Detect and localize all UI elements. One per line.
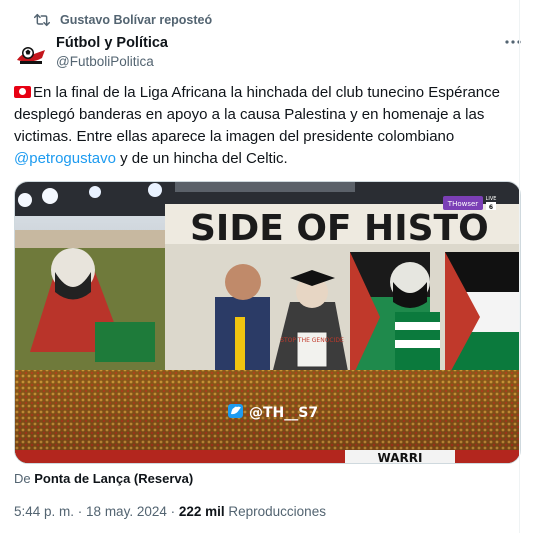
stadium-photo: SIDE OF HISTO STOP THE GENOCIDE WARRI @T… [15, 182, 520, 464]
channel-badge-text: THowser [447, 200, 479, 208]
author-block[interactable]: Fútbol y Política @FutboliPolitica [56, 34, 168, 71]
meta-separator: · [166, 504, 179, 519]
repost-text: Gustavo Bolívar reposteó [60, 13, 213, 27]
tweet-media-image[interactable]: SIDE OF HISTO STOP THE GENOCIDE WARRI @T… [14, 181, 521, 464]
tweet-text: En la final de la Liga Africana la hinch… [14, 82, 524, 170]
avatar[interactable] [14, 38, 48, 72]
views-label: Reproducciones [224, 504, 326, 519]
tweet-time[interactable]: 5:44 p. m. [14, 504, 74, 519]
soccer-ball-logo [14, 38, 48, 72]
mention-link[interactable]: @petrogustavo [14, 150, 116, 167]
views-count: 222 mil [178, 504, 225, 519]
live-number: 6 [489, 204, 493, 211]
watermark-text: @TH__S7 [249, 405, 318, 421]
tweet-text-part1: En la final de la Liga Africana la hinch… [14, 84, 500, 145]
author-handle[interactable]: @FutboliPolitica [56, 53, 168, 71]
bottom-banner-text: WARRI [378, 451, 423, 464]
banner-text: SIDE OF HISTO [190, 208, 489, 249]
sign-text: STOP THE GENOCIDE [280, 337, 344, 344]
card-divider [519, 0, 520, 533]
credit-source-link[interactable]: Ponta de Lança (Reserva) [34, 471, 193, 486]
repost-icon [34, 13, 50, 27]
author-name[interactable]: Fútbol y Política [56, 34, 168, 52]
credit-prefix: De [14, 471, 35, 486]
tunisia-flag-emoji [14, 86, 31, 98]
tweet-meta: 5:44 p. m. · 18 may. 2024 · 222 mil Repr… [14, 504, 326, 519]
tweet-card[interactable]: Gustavo Bolívar reposteó Fútbol y Políti… [0, 0, 540, 533]
media-credit[interactable]: De Ponta de Lança (Reserva) [14, 471, 193, 486]
channel-badge: THowser LIVE 6 [443, 196, 496, 211]
tweet-text-part2: y de un hincha del Celtic. [115, 150, 288, 167]
repost-indicator[interactable]: Gustavo Bolívar reposteó [34, 13, 212, 27]
meta-separator: · [74, 504, 87, 519]
live-label: LIVE [486, 196, 497, 202]
more-options-button[interactable] [503, 32, 523, 52]
tweet-date[interactable]: 18 may. 2024 [86, 504, 167, 519]
